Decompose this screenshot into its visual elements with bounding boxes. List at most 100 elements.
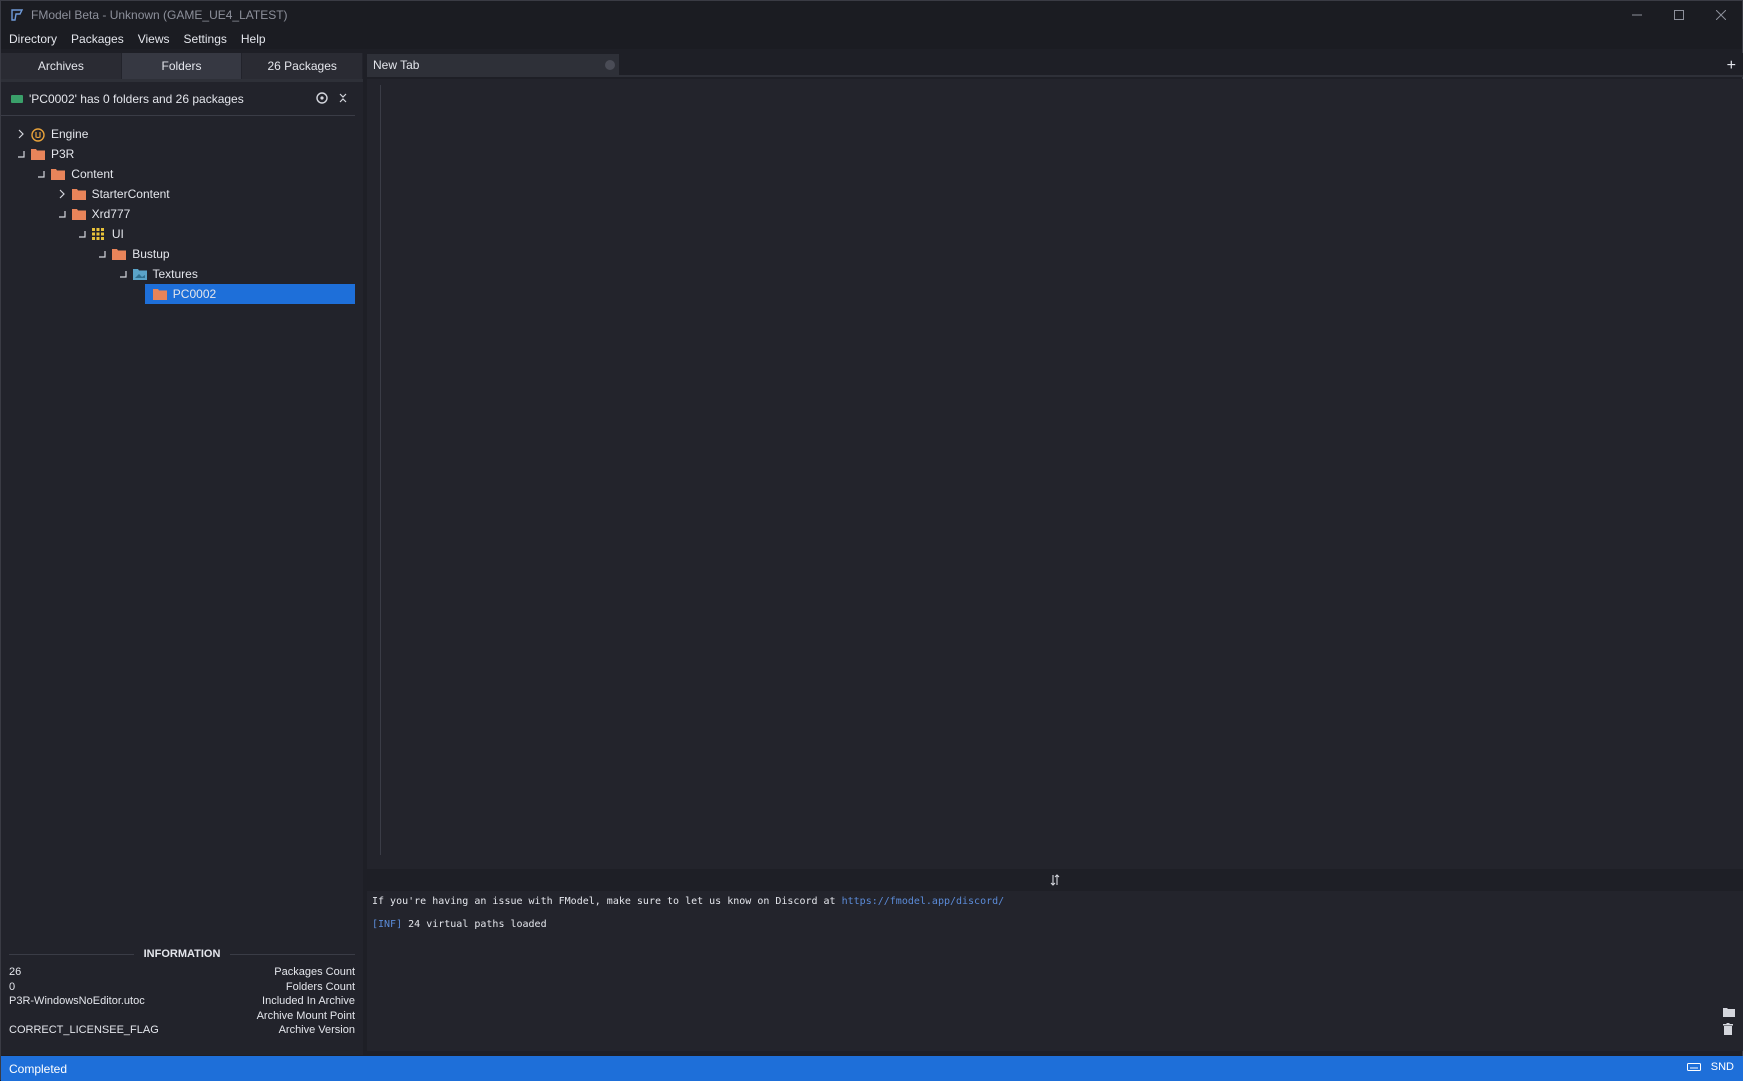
console-actions [1723,1007,1735,1035]
text-editor[interactable] [367,79,1743,869]
chevron-expanded-icon[interactable] [35,168,47,180]
log-text: 24 virtual paths loaded [402,919,547,930]
info-label: Archive Mount Point [256,1009,355,1022]
info-row-archive: P3R-WindowsNoEditor.utoc Included In Arc… [9,995,355,1010]
editor-tab-label: New Tab [373,58,420,72]
tree-item-p3r[interactable]: P3R [1,144,363,164]
info-value: CORRECT_LICENSEE_FLAG [9,1024,159,1036]
menu-bar: Directory Packages Views Settings Help [1,29,1742,49]
information-heading: INFORMATION [143,948,221,960]
information-header: INFORMATION [9,946,356,962]
tree-item-label: Content [71,167,114,181]
tree-item-label: Bustup [132,247,170,261]
unreal-engine-icon [31,128,45,142]
trash-icon[interactable] [1723,1023,1733,1035]
discord-link[interactable]: https://fmodel.app/discord/ [842,896,1005,907]
chevron-expanded-icon[interactable] [96,248,108,260]
tree-item-label: UI [111,227,124,241]
window-title: FModel Beta - Unknown (GAME_UE4_LATEST) [31,8,288,22]
tree-item-textures[interactable]: Textures [1,264,363,284]
locate-icon[interactable] [315,91,329,105]
info-value: 0 [9,980,16,993]
folder-icon [71,208,86,220]
maximize-button[interactable] [1658,1,1700,29]
grid-icon [91,228,106,240]
open-folder-icon[interactable] [1723,1007,1735,1017]
resize-arrows-icon[interactable] [1050,874,1060,886]
info-value: 26 [9,966,22,978]
explorer-tabs: Archives Folders 26 Packages [1,53,364,79]
title-bar: FModel Beta - Unknown (GAME_UE4_LATEST) [1,1,1742,29]
chevron-expanded-icon[interactable] [56,208,68,220]
tree-item-label: Textures [152,267,198,281]
tree-item-engine[interactable]: Engine [1,124,363,144]
tab-close-icon[interactable] [605,60,615,70]
log-text: If you're having an issue with FModel, m… [372,896,842,907]
chevron-expanded-icon[interactable] [76,228,88,240]
tree-item-startercontent[interactable]: StarterContent [1,184,363,204]
info-row-version: CORRECT_LICENSEE_FLAG Archive Version [9,1024,355,1039]
fmodel-logo-icon [11,9,24,21]
editor-gutter [380,85,381,855]
app-window: FModel Beta - Unknown (GAME_UE4_LATEST) … [0,0,1743,1081]
editor-tab[interactable]: New Tab [367,54,619,76]
tab-packages[interactable]: 26 Packages [242,53,364,79]
folder-icon [51,168,66,180]
minimize-icon [1632,14,1642,16]
info-label: Included In Archive [262,995,355,1007]
info-value: P3R-WindowsNoEditor.utoc [9,995,145,1007]
info-row-mount-point: Archive Mount Point [9,1010,355,1025]
tree-item-pc0002[interactable]: PC0002 [1,284,363,304]
add-tab-button[interactable]: + [1727,57,1736,75]
tree-item-content[interactable]: Content [1,164,363,184]
folder-icon [112,248,127,260]
tree-item-label: P3R [51,147,75,161]
menu-views[interactable]: Views [138,32,170,46]
explorer-panel: Archives Folders 26 Packages 'PC0002' ha… [1,53,364,1055]
chevron-expanded-icon[interactable] [117,268,129,280]
tree-item-label: PC0002 [172,287,217,301]
window-controls [1616,1,1742,29]
status-right: SND [1686,1061,1734,1073]
info-row-folders: 0 Folders Count [9,981,355,996]
close-button[interactable] [1700,1,1742,29]
menu-directory[interactable]: Directory [9,32,57,46]
info-label: Packages Count [274,966,355,978]
minimize-button[interactable] [1616,1,1658,29]
texture-folder-icon [132,268,147,280]
tree-item-xrd777[interactable]: Xrd777 [1,204,363,224]
status-bar: Completed SND [1,1056,1743,1081]
information-panel: INFORMATION 26 Packages Count 0 Folders … [1,946,363,1039]
chevron-expanded-icon[interactable] [15,148,27,160]
tab-archives[interactable]: Archives [1,53,122,79]
tree-item-label: Engine [51,127,89,141]
package-tag-icon [11,94,23,103]
tree-item-ui[interactable]: UI [1,224,363,244]
menu-help[interactable]: Help [241,32,266,46]
divider [9,953,134,955]
tab-folders[interactable]: Folders [121,53,243,79]
maximize-icon [1674,10,1684,20]
folder-icon [71,188,86,200]
panel-splitter[interactable] [367,869,1743,891]
keyboard-icon[interactable] [1686,1062,1701,1072]
collapse-all-icon[interactable] [337,91,349,105]
folder-icon [31,148,45,160]
close-icon [1716,10,1726,20]
folder-summary: 'PC0002' has 0 folders and 26 packages [1,82,355,116]
info-label: Folders Count [285,980,355,993]
tree-item-bustup[interactable]: Bustup [1,244,363,264]
status-snd-label[interactable]: SND [1711,1061,1734,1073]
tree-item-label: Xrd777 [91,207,131,221]
status-text: Completed [9,1061,68,1076]
info-label: Archive Version [278,1024,355,1036]
chevron-right-icon[interactable] [15,128,27,140]
log-level-tag: [INF] [372,919,403,930]
chevron-right-icon[interactable] [56,188,68,200]
log-console: If you're having an issue with FModel, m… [367,891,1743,1051]
log-line: If you're having an issue with FModel, m… [372,896,1004,907]
menu-packages[interactable]: Packages [71,32,124,46]
folder-summary-text: 'PC0002' has 0 folders and 26 packages [29,91,244,106]
folder-actions [315,91,349,105]
menu-settings[interactable]: Settings [184,32,227,46]
